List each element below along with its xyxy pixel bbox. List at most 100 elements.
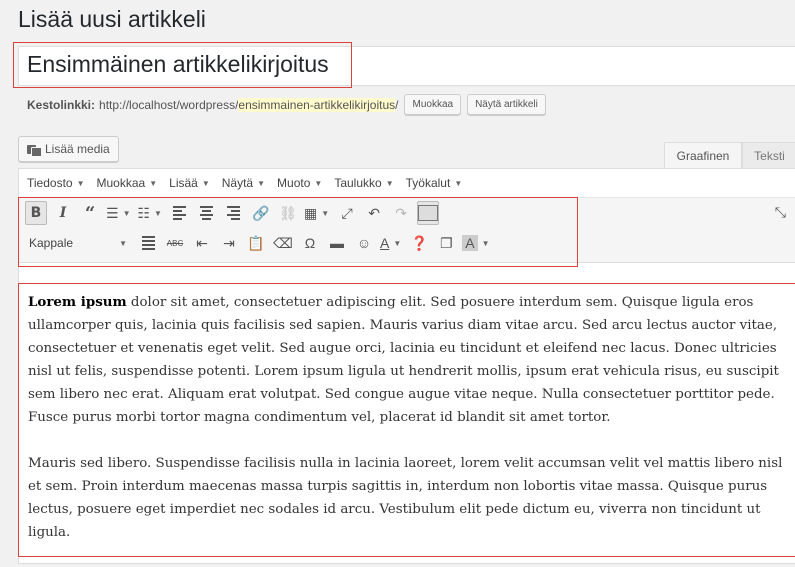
text-color-icon: A: [380, 235, 390, 251]
expand-icon: ⤢: [341, 204, 353, 221]
align-center-button[interactable]: [196, 201, 218, 225]
menu-file[interactable]: Tiedosto ▼: [27, 176, 85, 190]
chevron-down-icon: ▼: [314, 178, 323, 188]
redo-icon: ↷: [395, 204, 407, 221]
unlink-button[interactable]: ⛓: [277, 201, 299, 225]
editor-body[interactable]: Lorem ipsum dolor sit amet, consectetuer…: [28, 291, 788, 567]
document-icon: ❐: [439, 234, 453, 251]
background-color-button[interactable]: A ▼: [462, 231, 491, 255]
add-media-button[interactable]: Lisää media: [18, 136, 119, 162]
menu-table-label: Taulukko: [334, 176, 382, 190]
menu-insert[interactable]: Lisää ▼: [169, 176, 210, 190]
read-more-icon: ▬: [330, 235, 344, 251]
chevron-down-icon: ▼: [385, 178, 394, 188]
strikethrough-button[interactable]: ABC: [164, 231, 186, 255]
chevron-down-icon: ▼: [122, 208, 131, 218]
editor-content[interactable]: Lorem ipsum dolor sit amet, consectetuer…: [18, 283, 795, 557]
chevron-down-icon: ▼: [393, 238, 402, 248]
editor-toolbar: B I “ ☰ ▼ ☷ ▼ 🔗 ⛓ ▦ ▼ ⤢ ↶ ↷ ⤡ Kappale ▼ ABC…: [19, 198, 795, 263]
outdent-icon: ⇤: [196, 234, 208, 251]
keyboard-icon: [418, 205, 439, 221]
menu-edit[interactable]: Muokkaa ▼: [97, 176, 158, 190]
fullscreen-expand-button[interactable]: ⤢: [336, 201, 358, 225]
toolbar-toggle-button[interactable]: [417, 201, 440, 225]
chevron-down-icon: ▼: [454, 178, 463, 188]
background-color-icon: A: [462, 235, 478, 251]
add-media-label: Lisää media: [45, 142, 110, 156]
link-button[interactable]: 🔗: [250, 201, 272, 225]
chevron-down-icon: ▼: [201, 178, 210, 188]
horizontal-line-button[interactable]: [137, 231, 159, 255]
redo-button[interactable]: ↷: [390, 201, 412, 225]
numbered-list-icon: ☷: [137, 204, 151, 221]
tab-visual[interactable]: Graafinen: [664, 142, 742, 169]
undo-button[interactable]: ↶: [363, 201, 385, 225]
menu-view-label: Näytä: [221, 176, 254, 190]
italic-button[interactable]: I: [52, 201, 74, 225]
edit-permalink-button[interactable]: Muokkaa: [404, 94, 462, 115]
permalink-base: http://localhost/wordpress/: [99, 97, 239, 112]
menu-edit-label: Muokkaa: [96, 176, 146, 190]
paragraph-2: Mauris sed libero. Suspendisse facilisis…: [28, 456, 783, 540]
permalink-trail: /: [395, 97, 399, 112]
menu-view[interactable]: Näytä ▼: [222, 176, 265, 190]
chevron-down-icon: ▼: [321, 208, 330, 218]
chevron-down-icon: ▼: [76, 178, 85, 188]
strikethrough-icon: ABC: [166, 238, 184, 248]
chevron-down-icon: ▼: [154, 208, 162, 218]
align-left-button[interactable]: [169, 201, 191, 225]
toolbar-row-1: B I “ ☰ ▼ ☷ ▼ 🔗 ⛓ ▦ ▼ ⤢ ↶ ↷: [25, 201, 444, 225]
align-left-icon: [173, 206, 187, 220]
indent-button[interactable]: ⇥: [218, 231, 240, 255]
align-right-button[interactable]: [223, 201, 245, 225]
outdent-button[interactable]: ⇤: [191, 231, 213, 255]
paragraph-1-bold: Lorem ipsum: [28, 294, 127, 310]
clipboard-icon: 📋: [247, 234, 265, 251]
distraction-free-icon: ⤡: [774, 204, 786, 220]
menu-file-label: Tiedosto: [27, 176, 73, 190]
help-button[interactable]: ❓: [408, 231, 430, 255]
unlink-icon: ⛓: [279, 204, 297, 221]
chevron-down-icon: ▼: [481, 238, 490, 248]
post-title-input[interactable]: Ensimmäinen artikkelikirjoitus: [27, 51, 329, 78]
distraction-free-button[interactable]: ⤡: [775, 204, 786, 221]
read-more-button[interactable]: ▬: [326, 231, 348, 255]
blockquote-button[interactable]: “: [79, 201, 101, 225]
numbered-list-button[interactable]: ☷ ▼: [137, 201, 163, 225]
bullet-list-button[interactable]: ☰ ▼: [106, 201, 132, 225]
permalink-slug[interactable]: ensimmainen-artikkelikirjoitus: [238, 97, 396, 112]
post-title-field[interactable]: Ensimmäinen artikkelikirjoitus: [18, 46, 795, 86]
table-button[interactable]: ▦ ▼: [304, 201, 331, 225]
permalink-label: Kestolinkki:: [27, 97, 96, 112]
page-title: Lisää uusi artikkeli: [18, 6, 206, 32]
emoticons-button[interactable]: ☺: [353, 231, 375, 255]
editor-menubar: Tiedosto ▼ Muokkaa ▼ Lisää ▼ Näytä ▼ Muoto ▼ …: [19, 169, 795, 198]
bullet-list-icon: ☰: [106, 204, 119, 221]
menu-format-label: Muoto: [277, 176, 311, 190]
paste-word-button[interactable]: ❐: [435, 231, 457, 255]
chevron-down-icon: ▼: [149, 178, 158, 188]
undo-icon: ↶: [368, 204, 380, 221]
format-select[interactable]: Kappale ▼: [25, 233, 131, 253]
align-center-icon: [200, 206, 214, 220]
omega-icon: Ω: [304, 235, 316, 251]
special-character-button[interactable]: Ω: [299, 231, 321, 255]
text-color-button[interactable]: A ▼: [380, 231, 403, 255]
menu-table[interactable]: Taulukko ▼: [334, 176, 393, 190]
horizontal-line-icon: [141, 236, 155, 250]
menu-tools-label: Työkalut: [405, 176, 451, 190]
help-icon: ❓: [410, 234, 428, 251]
tab-text[interactable]: Teksti: [742, 142, 795, 169]
chevron-down-icon: ▼: [257, 178, 266, 188]
paste-text-button[interactable]: 📋: [245, 231, 267, 255]
media-icon: [27, 144, 42, 157]
menu-tools[interactable]: Työkalut ▼: [406, 176, 463, 190]
menu-format[interactable]: Muoto ▼: [277, 176, 322, 190]
view-post-button[interactable]: Näytä artikkeli: [467, 94, 546, 115]
clear-formatting-button[interactable]: ⌫: [272, 231, 294, 255]
align-right-icon: [227, 206, 241, 220]
eraser-icon: ⌫: [273, 234, 293, 251]
bold-button[interactable]: B: [25, 201, 47, 225]
smiley-icon: ☺: [356, 235, 372, 251]
permalink-row: Kestolinkki: http://localhost/wordpress/…: [27, 94, 546, 115]
